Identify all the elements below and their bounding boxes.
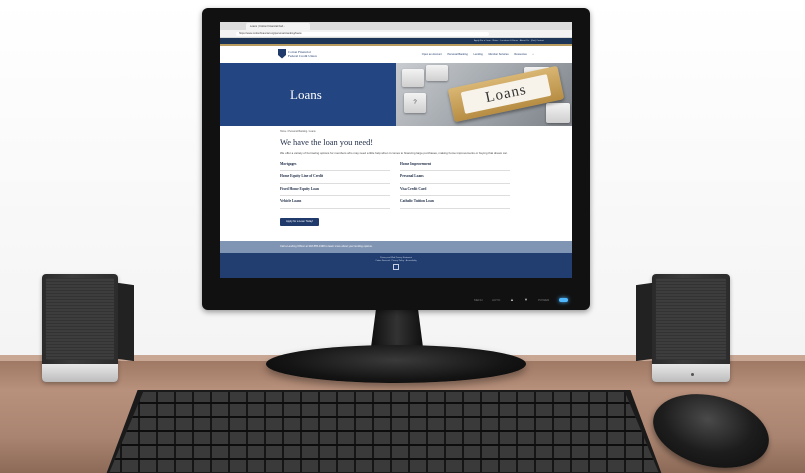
monitor-stand-base: [266, 345, 526, 383]
footer-links[interactable]: Cotton Financial · Privacy Policy · Acce…: [220, 260, 572, 262]
browser-tab[interactable]: Loans | Cotton Financial Fed...: [246, 23, 310, 30]
photo-key: [402, 68, 424, 87]
site-logo[interactable]: Cotton Financial Federal Credit Union: [288, 50, 317, 58]
equal-housing-icon: [393, 264, 399, 270]
monitor-button-menu[interactable]: MENU: [474, 298, 483, 302]
shield-logo-icon[interactable]: [278, 48, 286, 59]
nav-resources[interactable]: Resources: [514, 53, 526, 56]
speaker-led: [691, 373, 694, 376]
search-icon[interactable]: ⌕: [533, 53, 534, 56]
hero-banner: Loans ? Loans: [220, 62, 572, 126]
monitor-screen: Loans | Cotton Financial Fed... https://…: [220, 22, 572, 278]
hero-title: Loans: [290, 86, 322, 102]
loan-link-vehicle[interactable]: Vehicle Loans: [280, 196, 390, 209]
intro-text: We offer a variety of borrowing options …: [280, 150, 508, 155]
nav-personal-banking[interactable]: Personal Banking: [447, 53, 467, 56]
breadcrumb[interactable]: Home / Personal Banking / Loans: [280, 130, 572, 133]
loan-link-catholic-tuition[interactable]: Catholic Tuition Loan: [400, 196, 510, 209]
call-banner: Call a Lending Officer at 318-555-0198 t…: [220, 241, 572, 253]
scene: MENU AUTO ▲ ▼ POWER Loans | Cotton Finan…: [0, 0, 805, 473]
call-banner-text: Call a Lending Officer at 318-555-0198 t…: [280, 245, 373, 248]
hero-keyboard-photo: ? Loans: [396, 62, 572, 126]
page-heading: We have the loan you need!: [280, 137, 374, 147]
apply-loan-button[interactable]: Apply for a Loan Today!: [280, 217, 320, 226]
monitor-button-down[interactable]: ▼: [524, 297, 528, 302]
speaker-base: [42, 364, 118, 382]
monitor-button-up[interactable]: ▲: [510, 297, 514, 302]
power-led[interactable]: [559, 298, 568, 302]
speaker-base: [652, 364, 730, 382]
nav-member-services[interactable]: Member Services: [488, 53, 508, 56]
loan-link-fixed-home-equity[interactable]: Fixed Home Equity Loan: [280, 184, 390, 196]
photo-key-question: ?: [404, 92, 426, 113]
loan-link-visa[interactable]: Visa Credit Card: [400, 184, 510, 196]
keyboard-key-rows: [109, 392, 659, 472]
site-footer: Privacy and Web Privacy Statement Cotton…: [220, 253, 572, 278]
loan-link-mortgages[interactable]: Mortgages: [280, 159, 390, 171]
right-speaker: [636, 274, 730, 382]
monitor-button-power-label: POWER: [538, 298, 550, 302]
loan-link-heloc[interactable]: Home Equity Line of Credit: [280, 171, 390, 184]
photo-key: [426, 64, 448, 81]
footer-line[interactable]: Privacy and Web Privacy Statement: [220, 257, 572, 259]
loan-link-home-improvement[interactable]: Home Improvement: [400, 159, 510, 171]
nav-lending[interactable]: Lending: [474, 53, 483, 56]
url-input[interactable]: https://www.cottonfinancial.org/personal…: [236, 31, 489, 36]
site-header: Cotton Financial Federal Credit Union Op…: [220, 45, 572, 63]
page-content: Home / Personal Banking / Loans We have …: [220, 126, 572, 228]
browser-tab-bar: Loans | Cotton Financial Fed...: [220, 22, 572, 38]
speaker-grille: [656, 278, 726, 360]
left-speaker: [42, 274, 134, 382]
loan-list: Mortgages Home Improvement Home Equity L…: [280, 159, 510, 209]
loan-link-personal[interactable]: Personal Loans: [400, 171, 510, 184]
main-nav: Open an Account Personal Banking Lending…: [417, 53, 534, 56]
nav-open-account[interactable]: Open an Account: [422, 53, 442, 56]
speaker-grille: [46, 278, 114, 360]
browser-address-bar: https://www.cottonfinancial.org/personal…: [220, 30, 572, 38]
monitor-button-auto[interactable]: AUTO: [492, 298, 500, 302]
photo-key: [546, 102, 570, 123]
